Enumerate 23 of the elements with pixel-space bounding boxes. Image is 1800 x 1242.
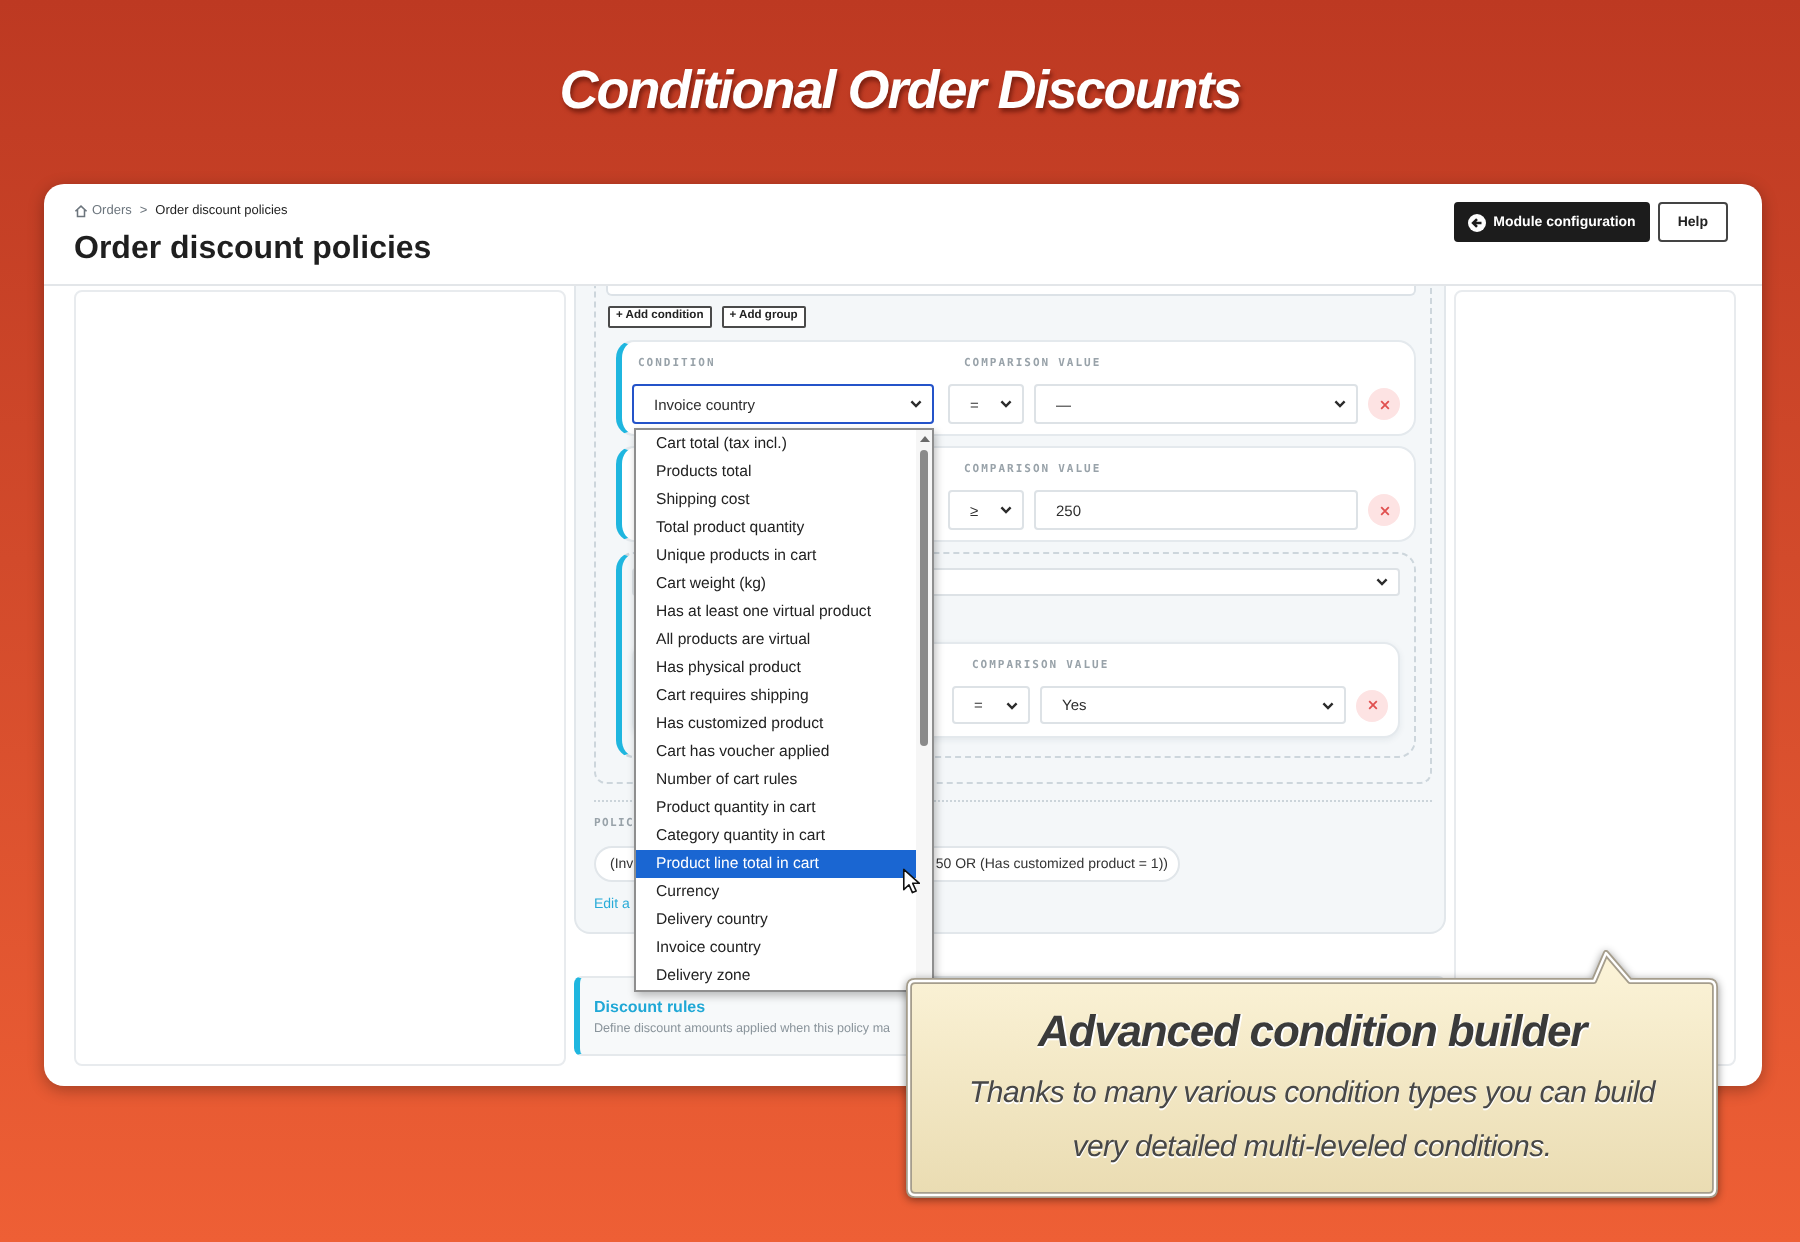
close-icon xyxy=(1367,700,1377,710)
remove-button[interactable] xyxy=(1368,494,1400,526)
callout-text: Thanks to many various condition types you can build very detailed multi-leveled conditions. xyxy=(968,1074,1656,1168)
chevron-down-icon xyxy=(1376,578,1388,586)
chevron-down-icon xyxy=(1322,701,1334,709)
chevron-down-icon xyxy=(910,400,922,408)
page-title: Order discount policies xyxy=(74,232,432,268)
remove-button[interactable] xyxy=(1368,388,1400,420)
arrow-left-circle-icon xyxy=(1467,213,1486,231)
chevron-down-icon xyxy=(1000,400,1012,408)
scrollbar-thumb[interactable] xyxy=(920,450,928,746)
banner-title: Conditional Order Discounts xyxy=(559,58,1241,122)
text-field[interactable] xyxy=(606,286,1416,296)
chevron-down-icon xyxy=(1006,701,1018,709)
chevron-down-icon xyxy=(1334,400,1346,408)
chevron-down-icon xyxy=(1000,506,1012,514)
cursor-icon xyxy=(902,868,920,894)
close-icon xyxy=(1379,505,1389,515)
remove-button[interactable] xyxy=(1356,689,1388,721)
home-icon xyxy=(74,204,88,218)
close-icon xyxy=(1379,399,1389,409)
callout-title: Advanced condition builder xyxy=(1037,1006,1587,1058)
section-title: Discount rules xyxy=(594,998,706,1018)
